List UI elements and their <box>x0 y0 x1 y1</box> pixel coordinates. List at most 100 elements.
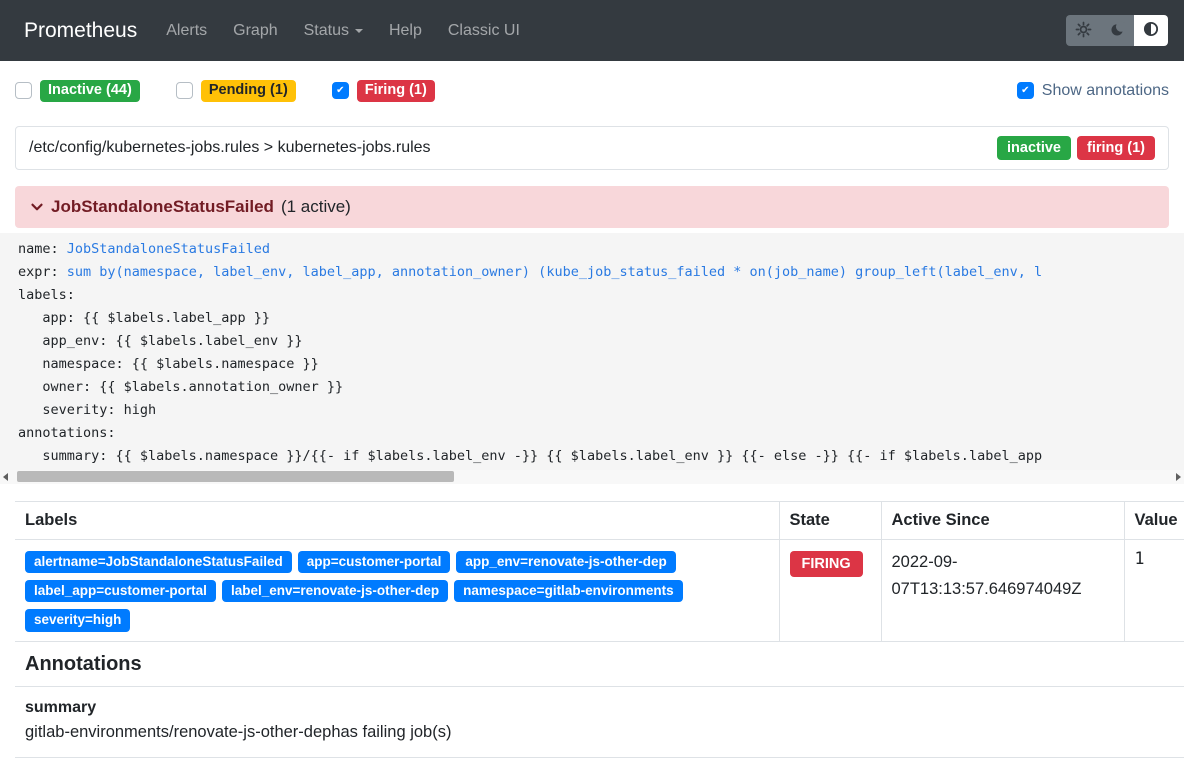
code-key: name: <box>18 241 67 257</box>
top-navbar: Prometheus Alerts Graph Status Help Classic … <box>0 0 1184 61</box>
state-cell: FIRING <box>779 539 881 640</box>
annotations-heading: Annotations <box>15 641 1184 686</box>
sun-icon <box>1075 21 1092 41</box>
rule-group-card: /etc/config/kubernetes-jobs.rules > kube… <box>15 126 1169 170</box>
nav-item-graph[interactable]: Graph <box>220 22 290 40</box>
nav-item-label: Status <box>304 22 349 40</box>
code-key: owner: {{ $labels.annotation_owner }} <box>18 379 343 395</box>
rule-code-line: app: {{ $labels.label_app }} <box>18 307 1184 330</box>
chevron-down-icon <box>355 29 363 33</box>
code-key: app_env: {{ $labels.label_env }} <box>18 333 302 349</box>
show-annotations-label: Show annotations <box>1042 82 1169 100</box>
alert-active-count: (1 active) <box>281 197 351 217</box>
rule-code-line: namespace: {{ $labels.namespace }} <box>18 353 1184 376</box>
code-key: annotations: <box>18 425 116 441</box>
rule-definition-code: name: JobStandaloneStatusFailedexpr: sum… <box>18 238 1184 468</box>
value-cell: 1 <box>1124 539 1184 640</box>
nav-item-classic-ui[interactable]: Classic UI <box>435 22 533 40</box>
alert-name: JobStandaloneStatusFailed <box>51 197 274 217</box>
column-header-labels: Labels <box>15 501 779 539</box>
alert-details: LabelsStateActive SinceValue alertname=J… <box>15 501 1184 758</box>
theme-toggle-group <box>1066 15 1168 46</box>
circle-half-icon <box>1142 20 1160 41</box>
light-theme-button[interactable] <box>1066 15 1100 46</box>
rule-code-line: owner: {{ $labels.annotation_owner }} <box>18 376 1184 399</box>
column-header-state: State <box>779 501 881 539</box>
active-since-cell: 2022-09-07T13:13:57.646974049Z <box>881 539 1124 640</box>
table-row: alertname=JobStandaloneStatusFailed app=c… <box>15 539 1184 640</box>
nav-item-label: Help <box>389 22 422 40</box>
label-badge-alertname: alertname=JobStandaloneStatusFailed <box>25 551 292 573</box>
rule-group-badge-firing-1: firing (1) <box>1077 136 1155 160</box>
code-value: JobStandaloneStatusFailed <box>67 241 270 257</box>
rule-code-line: expr: sum by(namespace, label_env, label… <box>18 261 1184 284</box>
filter-pending-badge[interactable]: Pending (1) <box>201 80 296 102</box>
show-annotations-toggle[interactable]: ✔ Show annotations <box>1017 82 1169 100</box>
nav-item-label: Classic UI <box>448 22 520 40</box>
state-badge: FIRING <box>790 551 863 577</box>
chevron-down-icon[interactable] <box>28 198 46 216</box>
code-key: summary: {{ $labels.namespace }}/{{- if … <box>18 448 1042 464</box>
labels-cell-content: alertname=JobStandaloneStatusFailed app=c… <box>25 549 769 632</box>
alert-collapse-header[interactable]: JobStandaloneStatusFailed (1 active) <box>15 186 1169 228</box>
annotation-value: gitlab-environments/renovate-js-other-de… <box>25 720 1174 745</box>
filter-firing[interactable]: ✔ Firing (1) <box>332 80 435 102</box>
alerts-page: Prometheus Alerts Graph Status Help Classic … <box>0 0 1184 761</box>
alert-table-header-row: LabelsStateActive SinceValue <box>15 501 1184 539</box>
code-key: expr: <box>18 264 67 280</box>
code-value: sum by(namespace, label_env, label_app, … <box>67 264 1042 280</box>
auto-theme-button[interactable] <box>1134 15 1168 46</box>
nav-item-label: Alerts <box>166 22 207 40</box>
label-badge-severity: severity=high <box>25 609 130 631</box>
rule-code-line: annotations: <box>18 422 1184 445</box>
scroll-left-arrow-icon[interactable] <box>3 473 8 481</box>
show-annotations-checkbox[interactable]: ✔ <box>1017 82 1034 99</box>
code-key: labels: <box>18 287 75 303</box>
nav-item-status[interactable]: Status <box>291 22 376 40</box>
code-key: namespace: {{ $labels.namespace }} <box>18 356 319 372</box>
annotation-key: summary <box>25 696 1174 720</box>
code-key: severity: high <box>18 402 156 418</box>
label-badge-label-env: label_env=renovate-js-other-dep <box>222 580 448 602</box>
nav-links: Alerts Graph Status Help Classic UI <box>153 22 533 40</box>
filter-inactive-checkbox[interactable] <box>15 82 32 99</box>
rule-group-badges: inactivefiring (1) <box>997 136 1155 160</box>
label-badge-label-app: label_app=customer-portal <box>25 580 216 602</box>
horizontal-scrollbar[interactable] <box>0 470 1184 484</box>
scroll-right-arrow-icon[interactable] <box>1176 473 1181 481</box>
alert-instances-table: LabelsStateActive SinceValue alertname=J… <box>15 501 1184 641</box>
nav-item-alerts[interactable]: Alerts <box>153 22 220 40</box>
label-badge-app-env: app_env=renovate-js-other-dep <box>456 551 675 573</box>
rule-group-path: /etc/config/kubernetes-jobs.rules > kube… <box>29 139 431 157</box>
column-header-active-since: Active Since <box>881 501 1124 539</box>
filter-firing-checkbox[interactable]: ✔ <box>332 82 349 99</box>
annotations-list: summarygitlab-environments/renovate-js-o… <box>15 686 1184 758</box>
rule-code-line: labels: <box>18 284 1184 307</box>
filter-pending-checkbox[interactable] <box>176 82 193 99</box>
rule-code-line: severity: high <box>18 399 1184 422</box>
nav-item-label: Graph <box>233 22 277 40</box>
filter-inactive[interactable]: Inactive (44) <box>15 80 140 102</box>
code-key: app: {{ $labels.label_app }} <box>18 310 270 326</box>
scrollbar-thumb[interactable] <box>17 471 454 482</box>
active-since-value: 2022-09-07T13:13:57.646974049Z <box>892 549 1114 603</box>
rule-definition-block[interactable]: name: JobStandaloneStatusFailedexpr: sum… <box>0 233 1184 484</box>
label-badge-app: app=customer-portal <box>298 551 451 573</box>
dark-theme-button[interactable] <box>1100 15 1134 46</box>
rule-code-line: summary: {{ $labels.namespace }}/{{- if … <box>18 445 1184 468</box>
nav-item-help[interactable]: Help <box>376 22 435 40</box>
labels-cell: alertname=JobStandaloneStatusFailed app=c… <box>15 539 779 640</box>
filters-row: Inactive (44) Pending (1) ✔ Firing (1) ✔ Sh… <box>15 80 1169 102</box>
scrollbar-track[interactable] <box>11 471 1173 482</box>
annotation-item: summarygitlab-environments/renovate-js-o… <box>15 686 1184 758</box>
rule-group-badge-inactive: inactive <box>997 136 1071 160</box>
column-header-value: Value <box>1124 501 1184 539</box>
label-badge-namespace: namespace=gitlab-environments <box>454 580 682 602</box>
filter-firing-badge[interactable]: Firing (1) <box>357 80 435 102</box>
rule-code-line: name: JobStandaloneStatusFailed <box>18 238 1184 261</box>
filter-pending[interactable]: Pending (1) <box>176 80 296 102</box>
brand-link[interactable]: Prometheus <box>24 19 137 43</box>
rule-code-line: app_env: {{ $labels.label_env }} <box>18 330 1184 353</box>
filter-inactive-badge[interactable]: Inactive (44) <box>40 80 140 102</box>
moon-icon <box>1109 21 1126 41</box>
